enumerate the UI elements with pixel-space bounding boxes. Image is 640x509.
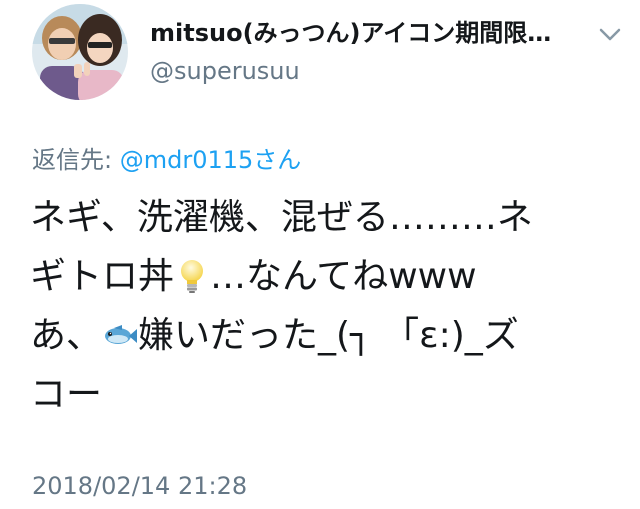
chevron-down-icon[interactable] bbox=[598, 24, 622, 44]
reply-context: 返信先: @mdr0115さん bbox=[32, 144, 301, 176]
display-name[interactable]: mitsuo(みっつん)アイコン期間限… bbox=[150, 18, 590, 48]
light-bulb-icon bbox=[181, 260, 204, 293]
tweet: mitsuo(みっつん)アイコン期間限… @superusuu 返信先: @md… bbox=[0, 0, 640, 509]
reply-suffix[interactable]: さん bbox=[253, 146, 301, 174]
username[interactable]: @superusuu bbox=[150, 56, 300, 86]
tweet-line-2: ギトロ丼 …なんてねwww bbox=[30, 247, 620, 306]
tweet-line-4: コー bbox=[30, 374, 103, 415]
tweet-line-2a: ギトロ丼 bbox=[30, 256, 175, 297]
fish-icon bbox=[105, 325, 138, 344]
tweet-line-2b: …なんてねwww bbox=[210, 256, 477, 297]
tweet-line-3a: あ、 bbox=[30, 315, 103, 356]
reply-handle-link[interactable]: @mdr0115 bbox=[120, 146, 254, 174]
timestamp[interactable]: 2018/02/14 21:28 bbox=[32, 470, 247, 502]
avatar-photo bbox=[32, 4, 128, 100]
tweet-text: ネギ、洗濯機、混ぜる………ネ ギトロ丼 …なんてねwww あ、 嫌いだった_(┐… bbox=[30, 188, 620, 424]
tweet-line-1: ネギ、洗濯機、混ぜる………ネ bbox=[30, 197, 533, 238]
tweet-line-3: あ、 嫌いだった_(┐ 「ε:)_ズ bbox=[30, 306, 620, 365]
avatar[interactable] bbox=[32, 4, 128, 100]
tweet-line-3b: 嫌いだった_(┐ 「ε:)_ズ bbox=[138, 315, 519, 356]
reply-prefix: 返信先: bbox=[32, 146, 120, 174]
